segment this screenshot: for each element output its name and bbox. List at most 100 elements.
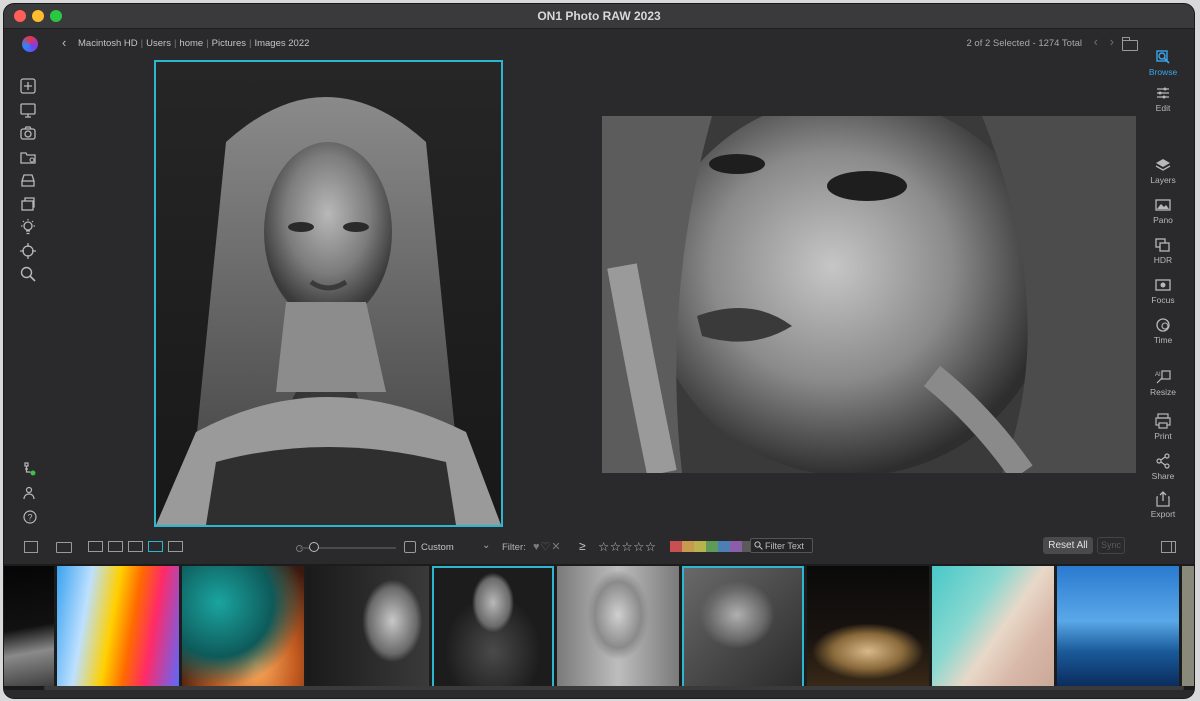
sort-order-select[interactable]: Custom	[421, 542, 454, 553]
sync-button[interactable]: Sync	[1097, 537, 1125, 554]
crosshair-icon	[20, 242, 36, 259]
thumbnail-portrait-4[interactable]	[682, 566, 804, 688]
left-toolbar	[18, 76, 44, 288]
chevron-down-icon[interactable]: ⌄	[482, 540, 490, 551]
right-module-panel: Browse Edit Layers Pano HDR Focus Time A…	[1140, 48, 1186, 528]
add-folder-button[interactable]	[18, 76, 38, 96]
filmstrip-scrollbar-thumb[interactable]	[44, 686, 1184, 690]
breadcrumb-item[interactable]: Images 2022	[254, 38, 309, 49]
monitor-icon	[20, 102, 36, 118]
thumbnail-portrait-1[interactable]	[307, 566, 429, 688]
thumbnail-portrait-2[interactable]	[432, 566, 554, 688]
next-image-chevron-icon[interactable]: ›	[1110, 34, 1114, 49]
layers-icon	[1155, 159, 1171, 171]
app-window: ON1 Photo RAW 2023 ‹ Macintosh HD | User…	[4, 4, 1194, 698]
module-label: Share	[1151, 471, 1175, 481]
right-panel-toggle-icon[interactable]	[1161, 541, 1176, 553]
color-label-purple[interactable]	[730, 541, 742, 552]
folder-sync-icon	[20, 151, 36, 164]
thumbnail-pier[interactable]	[1057, 566, 1179, 688]
filmstrip-toggle-icon[interactable]	[56, 542, 72, 553]
star-rating-filter[interactable]: ☆☆☆☆☆	[598, 539, 657, 554]
module-time[interactable]: Time	[1140, 316, 1186, 368]
breadcrumb-item[interactable]: Users	[146, 38, 171, 49]
hdr-icon	[1155, 238, 1170, 252]
module-label: Focus	[1151, 295, 1175, 305]
back-chevron-icon[interactable]: ‹	[62, 35, 66, 50]
left-panel-toggle-icon[interactable]	[24, 541, 38, 553]
map-view-icon[interactable]	[168, 541, 183, 552]
selected-photo-right[interactable]	[602, 116, 1136, 473]
left-bottom-toolbar: ?	[20, 459, 44, 531]
print-icon	[1155, 413, 1171, 429]
hard-drive-icon	[21, 174, 35, 187]
module-label: Layers	[1150, 175, 1176, 185]
thumbnail-mountain[interactable]	[4, 566, 54, 688]
module-pano[interactable]: Pano	[1140, 196, 1186, 236]
color-label-yellow[interactable]	[694, 541, 706, 552]
module-print[interactable]: Print	[1140, 412, 1186, 452]
filter-text-input[interactable]: Filter Text	[750, 538, 813, 553]
svg-text:?: ?	[27, 513, 32, 523]
sort-checkbox[interactable]	[404, 541, 416, 553]
focus-icon	[1155, 279, 1171, 291]
color-label-orange[interactable]	[682, 541, 694, 552]
filmstrip-scrollbar[interactable]	[4, 686, 1194, 690]
breadcrumb-item[interactable]: home	[179, 38, 203, 49]
time-icon	[1156, 318, 1170, 332]
module-edit[interactable]: Edit	[1140, 84, 1186, 156]
thumbnail-hand-teal[interactable]	[182, 566, 304, 688]
reset-all-button[interactable]: Reset All	[1043, 537, 1093, 554]
drives-button[interactable]	[18, 170, 38, 190]
detail-view-icon[interactable]	[108, 541, 123, 552]
module-focus[interactable]: Focus	[1140, 276, 1186, 316]
module-layers[interactable]: Layers	[1140, 156, 1186, 196]
thumbnail-size-slider-knob[interactable]	[309, 542, 319, 552]
cloud-sync-button[interactable]	[18, 147, 38, 167]
thumbnail-portrait-3[interactable]	[557, 566, 679, 688]
thumbnail-abstract[interactable]	[57, 566, 179, 688]
camera-import-button[interactable]	[18, 123, 38, 143]
plugins-button[interactable]	[20, 459, 40, 479]
color-label-filter	[670, 541, 754, 552]
module-browse[interactable]: Browse	[1140, 48, 1186, 84]
folder-icon[interactable]	[1122, 37, 1138, 51]
module-share[interactable]: Share	[1140, 452, 1186, 490]
like-filter-icons[interactable]: ♥♡✕	[533, 540, 562, 553]
thumbnail-partial[interactable]	[1182, 566, 1194, 688]
previous-image-chevron-icon[interactable]: ‹	[1094, 34, 1098, 49]
local-drives-button[interactable]	[18, 100, 38, 120]
filmstrip-view-icon[interactable]	[128, 541, 143, 552]
albums-button[interactable]	[18, 194, 38, 214]
breadcrumb-item[interactable]: Pictures	[212, 38, 246, 49]
app-logo-icon[interactable]	[22, 36, 38, 52]
filter-text-placeholder: Filter Text	[765, 541, 804, 551]
sliders-icon	[1157, 87, 1169, 99]
recent-button[interactable]	[18, 241, 38, 261]
compare-view-icon[interactable]	[148, 541, 163, 552]
lightbulb-icon	[21, 219, 35, 235]
color-label-red[interactable]	[670, 541, 682, 552]
module-hdr[interactable]: HDR	[1140, 236, 1186, 276]
top-bar: ‹ Macintosh HD | Users | home | Pictures…	[4, 29, 1194, 59]
search-button[interactable]	[18, 264, 38, 284]
module-resize[interactable]: AI Resize	[1140, 368, 1186, 412]
breadcrumb-separator: |	[140, 38, 144, 49]
share-icon	[1156, 453, 1170, 469]
rating-comparator[interactable]: ≥	[579, 539, 586, 553]
module-export[interactable]: Export	[1140, 490, 1186, 528]
search-icon	[754, 541, 763, 550]
help-button[interactable]: ?	[20, 507, 40, 527]
color-label-green[interactable]	[706, 541, 718, 552]
smart-organize-button[interactable]	[18, 217, 38, 237]
account-button[interactable]	[20, 483, 40, 503]
module-label: Edit	[1155, 103, 1171, 113]
export-icon	[1156, 491, 1170, 507]
selected-photo-left[interactable]	[154, 60, 503, 527]
filmstrip	[4, 564, 1194, 690]
breadcrumb-item[interactable]: Macintosh HD	[78, 38, 138, 49]
grid-view-icon[interactable]	[88, 541, 103, 552]
color-label-blue[interactable]	[718, 541, 730, 552]
thumbnail-champagne[interactable]	[807, 566, 929, 688]
thumbnail-beach[interactable]	[932, 566, 1054, 688]
